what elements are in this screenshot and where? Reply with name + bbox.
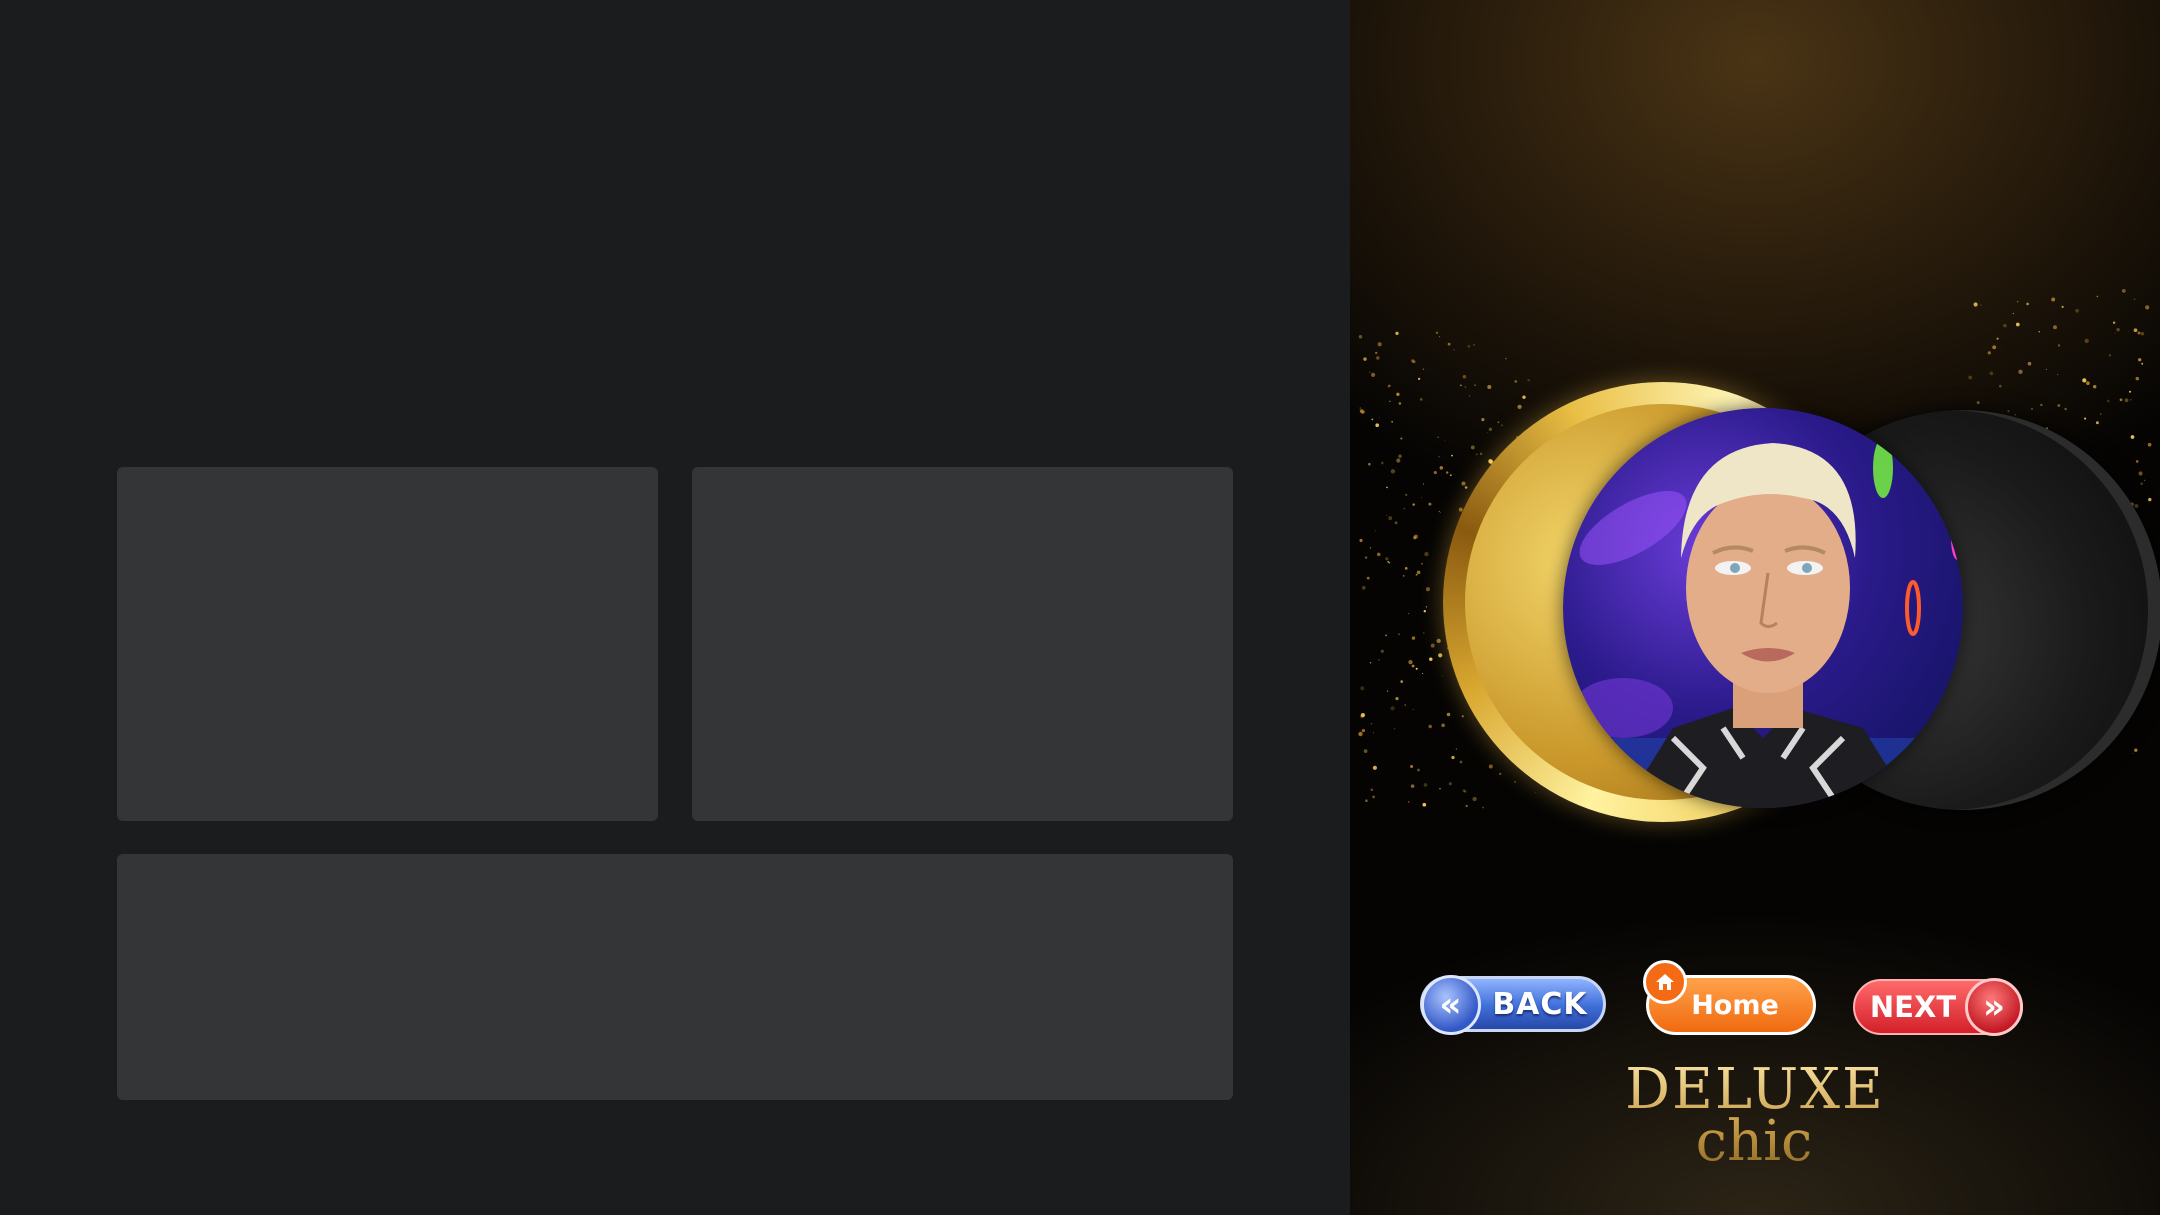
back-button[interactable]: « BACK xyxy=(1420,975,1606,1035)
back-button-label: BACK xyxy=(1492,986,1588,1022)
double-chevron-left-icon: « xyxy=(1421,975,1481,1035)
home-button-label: Home xyxy=(1691,989,1779,1021)
brand-subtitle: chic xyxy=(1695,1109,1813,1174)
portrait-photo xyxy=(1563,408,1963,808)
placeholder-panel-bottom xyxy=(117,854,1233,1100)
moon-portrait-emblem xyxy=(1443,380,2160,840)
placeholder-panel-top-right xyxy=(692,467,1233,821)
next-button[interactable]: NEXT » xyxy=(1853,978,2023,1036)
double-chevron-right-icon: » xyxy=(1965,978,2023,1036)
next-button-label: NEXT xyxy=(1869,990,1957,1024)
brand-logo: DELUXE chic xyxy=(1350,1062,2150,1170)
preview-panel: « BACK Home NEXT » DELUXE chic xyxy=(1350,0,2160,1215)
home-button[interactable]: Home xyxy=(1643,960,1816,1035)
left-content-area xyxy=(0,0,1350,1215)
placeholder-panel-top-left xyxy=(117,467,658,821)
home-icon xyxy=(1643,960,1687,1004)
